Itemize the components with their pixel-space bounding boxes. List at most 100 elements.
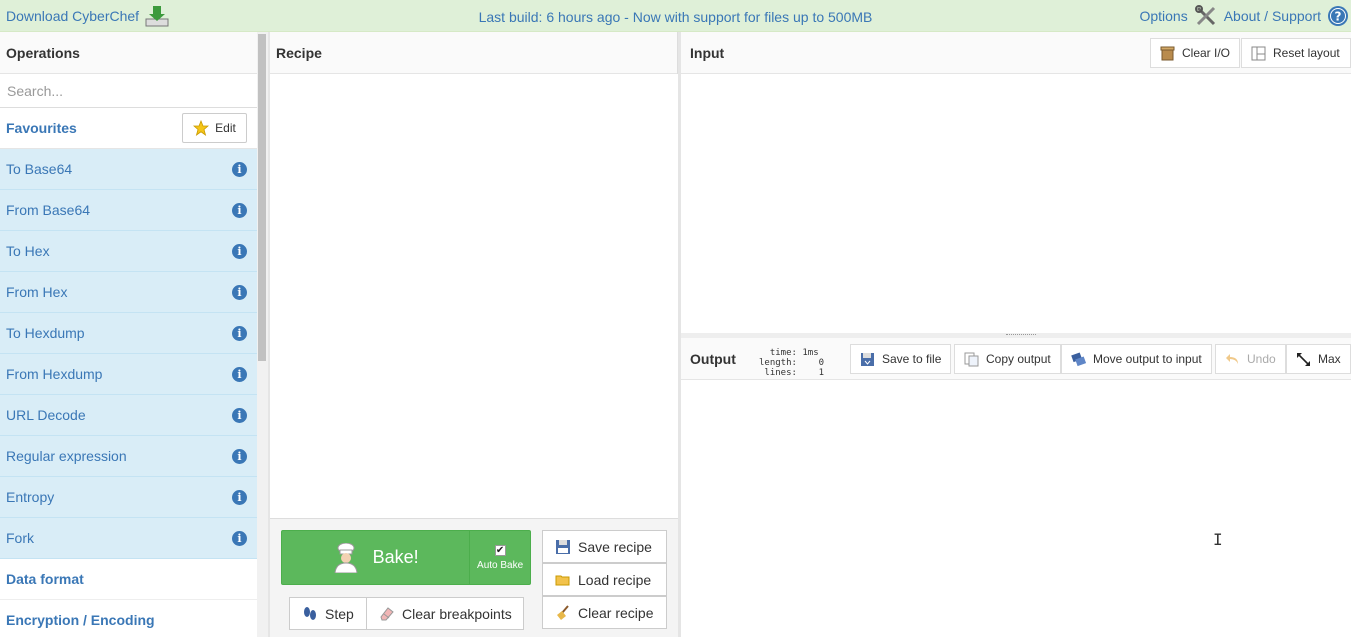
clear-io-button[interactable]: Clear I/O bbox=[1150, 38, 1241, 68]
layout-icon bbox=[1251, 46, 1266, 61]
edit-favourites-button[interactable]: Edit bbox=[182, 113, 247, 143]
operation-label[interactable]: Regular expression bbox=[6, 448, 127, 464]
operation-item[interactable]: URL Decode i bbox=[0, 395, 257, 436]
options-link[interactable]: Options bbox=[1139, 8, 1187, 24]
clear-breakpoints-button[interactable]: Clear breakpoints bbox=[366, 597, 524, 630]
clear-recipe-button[interactable]: Clear recipe bbox=[542, 596, 667, 629]
category-encryption-encoding[interactable]: Encryption / Encoding bbox=[0, 600, 257, 637]
reset-layout-button[interactable]: Reset layout bbox=[1241, 38, 1351, 68]
favourites-label[interactable]: Favourites bbox=[6, 120, 77, 136]
bake-button-group: Bake! ✔ Auto Bake bbox=[281, 530, 531, 585]
auto-bake-checkbox[interactable]: ✔ bbox=[494, 544, 506, 556]
output-stats: time: 1ms length: 0 lines: 1 bbox=[759, 348, 824, 378]
info-icon[interactable]: i bbox=[232, 530, 247, 546]
text-cursor-icon: I bbox=[1213, 530, 1223, 549]
operation-label[interactable]: From Hex bbox=[6, 284, 67, 300]
output-title: Output bbox=[690, 351, 736, 367]
download-icon[interactable] bbox=[145, 5, 169, 27]
clear-recipe-label: Clear recipe bbox=[578, 604, 654, 621]
maximise-button[interactable]: Max bbox=[1286, 344, 1351, 374]
favourites-list: To Base64 i From Base64 i To Hex i From Hex i To… bbox=[0, 149, 257, 559]
recipe-list[interactable] bbox=[270, 74, 678, 519]
copy-output-label: Copy output bbox=[986, 352, 1051, 366]
top-banner: Download CyberChef Last build: 6 hours a… bbox=[0, 0, 1351, 32]
eraser-icon bbox=[379, 606, 395, 622]
tools-icon[interactable] bbox=[1194, 5, 1218, 27]
reset-layout-label: Reset layout bbox=[1273, 46, 1340, 60]
operation-item[interactable]: From Hex i bbox=[0, 272, 257, 313]
step-label: Step bbox=[325, 605, 354, 622]
operation-item[interactable]: Entropy i bbox=[0, 477, 257, 518]
info-icon[interactable]: i bbox=[232, 448, 247, 464]
bake-button[interactable]: Bake! bbox=[282, 531, 471, 584]
operations-panel: Operations Favourites Edit To Base64iFro… bbox=[0, 32, 257, 637]
save-recipe-button[interactable]: Save recipe bbox=[542, 530, 667, 563]
operation-label[interactable]: From Base64 bbox=[6, 202, 90, 218]
undo-button[interactable]: Undo bbox=[1215, 344, 1286, 374]
input-header: Input Clear I/O Reset layout bbox=[681, 32, 1351, 74]
star-icon bbox=[193, 120, 210, 136]
operation-item[interactable]: Regular expression i bbox=[0, 436, 257, 477]
info-icon[interactable]: i bbox=[232, 202, 247, 218]
operation-label[interactable]: To Hex bbox=[6, 243, 50, 259]
step-button[interactable]: Step bbox=[289, 597, 367, 630]
info-icon[interactable]: i bbox=[232, 407, 247, 423]
load-recipe-label: Load recipe bbox=[578, 571, 652, 588]
time-stat: time: 1ms bbox=[759, 348, 819, 358]
divider-grip[interactable] bbox=[1006, 334, 1036, 336]
operation-label[interactable]: To Base64 bbox=[6, 161, 72, 177]
recipe-panel: Recipe Bake! ✔ Auto Bake Step Clear brea… bbox=[270, 32, 678, 637]
info-icon[interactable]: i bbox=[232, 161, 247, 177]
operation-item[interactable]: Fork i bbox=[0, 518, 257, 559]
clear-io-label: Clear I/O bbox=[1182, 46, 1231, 60]
operations-scrollbar[interactable] bbox=[257, 32, 268, 637]
operation-label[interactable]: From Hexdump bbox=[6, 366, 102, 382]
help-icon[interactable]: ? bbox=[1327, 5, 1349, 27]
operation-item[interactable]: From Hexdump i bbox=[0, 354, 257, 395]
io-panel: Input Clear I/O Reset layout Output time… bbox=[681, 32, 1351, 637]
output-header: Output time: 1ms length: 0 lines: 1 Save… bbox=[681, 338, 1351, 380]
search-input[interactable] bbox=[0, 74, 257, 107]
chef-icon bbox=[333, 542, 359, 573]
operation-item[interactable]: To Hex i bbox=[0, 231, 257, 272]
operation-item[interactable]: To Hexdump i bbox=[0, 313, 257, 354]
download-link[interactable]: Download CyberChef bbox=[6, 5, 169, 27]
edit-label: Edit bbox=[215, 121, 236, 135]
auto-bake-toggle[interactable]: ✔ Auto Bake bbox=[470, 531, 530, 584]
floppy-disk-icon bbox=[555, 539, 571, 555]
download-label[interactable]: Download CyberChef bbox=[6, 8, 139, 24]
favourites-category[interactable]: Favourites Edit bbox=[0, 108, 257, 149]
recipe-controls: Bake! ✔ Auto Bake Step Clear breakpoints… bbox=[270, 519, 678, 637]
info-icon[interactable]: i bbox=[232, 284, 247, 300]
scrollbar-thumb[interactable] bbox=[258, 34, 266, 361]
length-stat: length: 0 bbox=[759, 358, 825, 368]
move-output-to-input-button[interactable]: Move output to input bbox=[1061, 344, 1212, 374]
info-icon[interactable]: i bbox=[232, 489, 247, 505]
info-icon[interactable]: i bbox=[232, 366, 247, 382]
broom-icon bbox=[555, 604, 571, 621]
load-recipe-button[interactable]: Load recipe bbox=[542, 563, 667, 596]
operation-item[interactable]: From Base64 i bbox=[0, 190, 257, 231]
operations-title: Operations bbox=[0, 32, 257, 74]
about-support-link[interactable]: About / Support bbox=[1224, 8, 1321, 24]
info-icon[interactable]: i bbox=[232, 243, 247, 259]
output-textarea[interactable] bbox=[681, 380, 1351, 637]
operation-label[interactable]: To Hexdump bbox=[6, 325, 85, 341]
save-file-icon bbox=[860, 352, 875, 367]
operation-label[interactable]: Entropy bbox=[6, 489, 54, 505]
info-icon[interactable]: i bbox=[232, 325, 247, 341]
copy-output-button[interactable]: Copy output bbox=[954, 344, 1061, 374]
save-to-file-button[interactable]: Save to file bbox=[850, 344, 952, 374]
lines-stat: lines: 1 bbox=[759, 368, 825, 378]
move-output-label: Move output to input bbox=[1093, 352, 1202, 366]
input-textarea[interactable] bbox=[681, 74, 1351, 333]
operation-item[interactable]: To Base64 i bbox=[0, 149, 257, 190]
operation-label[interactable]: URL Decode bbox=[6, 407, 86, 423]
undo-arrow-icon bbox=[1225, 352, 1240, 367]
bake-label: Bake! bbox=[372, 547, 419, 567]
operation-label[interactable]: Fork bbox=[6, 530, 34, 546]
clear-breakpoints-label: Clear breakpoints bbox=[402, 605, 512, 622]
search-box[interactable] bbox=[0, 74, 257, 108]
category-data-format[interactable]: Data format bbox=[0, 559, 257, 600]
recipe-title: Recipe bbox=[270, 32, 677, 74]
